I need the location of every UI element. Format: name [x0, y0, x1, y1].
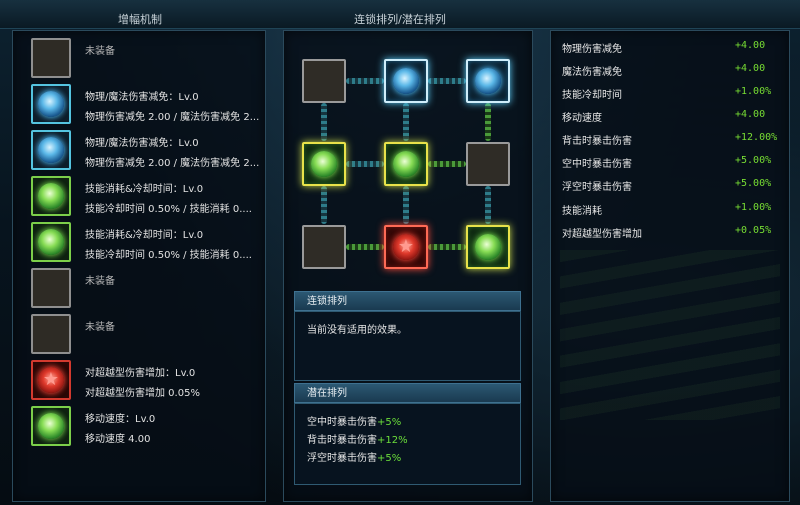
stat-value: +4.00 — [735, 40, 766, 51]
green-orb-slot[interactable] — [31, 176, 71, 216]
potential-item-name: 浮空时暴击伤害 — [307, 453, 377, 464]
chain-link — [346, 161, 384, 167]
chain-link — [321, 103, 327, 141]
blue-orb-icon — [475, 68, 501, 94]
chain-title: 连锁排列 — [294, 291, 521, 311]
grid-slot-blue[interactable] — [384, 59, 428, 103]
stat-value: +5.00% — [735, 155, 772, 166]
stat-name: 空中时暴击伤害 — [562, 159, 632, 170]
chain-link — [346, 78, 384, 84]
blue-orb-icon — [38, 137, 64, 163]
green-orb-slot[interactable] — [31, 222, 71, 262]
slot-name: 未装备 — [85, 46, 115, 57]
blue-orb-slot[interactable] — [31, 130, 71, 170]
slot-effect: 物理伤害减免 2.00 / 魔法伤害减免 2... — [85, 158, 260, 169]
red-orb-slot[interactable]: ★ — [31, 360, 71, 400]
potential-body: 空中时暴击伤害+5% 背击时暴击伤害+12% 浮空时暴击伤害+5% — [294, 403, 521, 485]
stat-value: +12.00% — [735, 132, 778, 143]
blue-orb-icon — [38, 91, 64, 117]
chain-link — [428, 78, 466, 84]
grid-slot-green[interactable] — [302, 142, 346, 186]
potential-item: 空中时暴击伤害+5% — [307, 413, 401, 428]
stat-value: +4.00 — [735, 63, 766, 74]
grid-slot-empty[interactable] — [302, 225, 346, 269]
chain-link — [346, 244, 384, 250]
potential-item: 背击时暴击伤害+12% — [307, 431, 408, 446]
green-orb-icon — [38, 413, 64, 439]
blue-orb-slot[interactable] — [31, 84, 71, 124]
stat-value: +0.05% — [735, 225, 772, 236]
stat-name: 技能消耗 — [562, 206, 602, 217]
potential-item-value: +5% — [377, 417, 402, 428]
arrangement-title: 连锁排列/潜在排列 — [354, 13, 446, 26]
stat-value: +1.00% — [735, 86, 772, 97]
chain-effect-text: 当前没有适用的效果。 — [307, 325, 407, 336]
stat-name: 对超越型伤害增加 — [562, 229, 642, 240]
stat-name: 背击时暴击伤害 — [562, 136, 632, 147]
slot-name: 物理/魔法伤害减免：Lv.0 — [85, 92, 199, 103]
slot-name: 物理/魔法伤害减免：Lv.0 — [85, 138, 199, 149]
green-orb-icon — [38, 183, 64, 209]
slot-effect: 对超越型伤害增加 0.05% — [85, 388, 200, 399]
empty-slot[interactable] — [31, 314, 71, 354]
slot-name: 未装备 — [85, 322, 115, 333]
chain-link — [428, 161, 466, 167]
chain-link — [403, 186, 409, 224]
slot-effect: 技能冷却时间 0.50% / 技能消耗 0.... — [85, 250, 252, 261]
red-star-orb-icon: ★ — [38, 367, 64, 393]
slot-name: 对超越型伤害增加：Lv.0 — [85, 368, 196, 379]
slot-name: 移动速度：Lv.0 — [85, 414, 156, 425]
stats-decoration — [560, 250, 780, 420]
potential-item-name: 背击时暴击伤害 — [307, 435, 377, 446]
potential-item: 浮空时暴击伤害+5% — [307, 449, 401, 464]
empty-slot[interactable] — [31, 38, 71, 78]
grid-slot-blue[interactable] — [466, 59, 510, 103]
empty-slot[interactable] — [31, 268, 71, 308]
green-orb-icon — [311, 151, 337, 177]
chain-link — [321, 186, 327, 224]
slot-effect: 物理伤害减免 2.00 / 魔法伤害减免 2... — [85, 112, 260, 123]
stat-name: 魔法伤害减免 — [562, 67, 622, 78]
slot-effect: 移动速度 4.00 — [85, 434, 151, 445]
green-orb-icon — [475, 234, 501, 260]
chain-body: 当前没有适用的效果。 — [294, 311, 521, 381]
slot-name: 技能消耗&冷却时间：Lv.0 — [85, 184, 204, 195]
green-orb-slot[interactable] — [31, 406, 71, 446]
green-orb-icon — [393, 151, 419, 177]
chain-link — [485, 103, 491, 141]
grid-slot-empty[interactable] — [302, 59, 346, 103]
chain-link — [428, 244, 466, 250]
grid-slot-green[interactable] — [466, 225, 510, 269]
stat-name: 浮空时暴击伤害 — [562, 182, 632, 193]
stat-value: +1.00% — [735, 202, 772, 213]
grid-slot-green[interactable] — [384, 142, 428, 186]
stat-name: 技能冷却时间 — [562, 90, 622, 101]
stat-name: 移动速度 — [562, 113, 602, 124]
chain-link — [485, 186, 491, 224]
green-orb-icon — [38, 229, 64, 255]
chain-link — [403, 103, 409, 141]
red-star-orb-icon: ★ — [393, 234, 419, 260]
stat-value: +5.00% — [735, 178, 772, 189]
blue-orb-icon — [393, 68, 419, 94]
grid-slot-red[interactable]: ★ — [384, 225, 428, 269]
grid-slot-empty[interactable] — [466, 142, 510, 186]
potential-title: 潜在排列 — [294, 383, 521, 403]
stat-name: 物理伤害减免 — [562, 44, 622, 55]
slot-name: 技能消耗&冷却时间：Lv.0 — [85, 230, 204, 241]
slot-effect: 技能冷却时间 0.50% / 技能消耗 0.... — [85, 204, 252, 215]
potential-item-value: +12% — [377, 435, 408, 446]
amplification-title: 增幅机制 — [118, 13, 162, 26]
potential-item-name: 空中时暴击伤害 — [307, 417, 377, 428]
potential-item-value: +5% — [377, 453, 402, 464]
stat-value: +4.00 — [735, 109, 766, 120]
slot-name: 未装备 — [85, 276, 115, 287]
